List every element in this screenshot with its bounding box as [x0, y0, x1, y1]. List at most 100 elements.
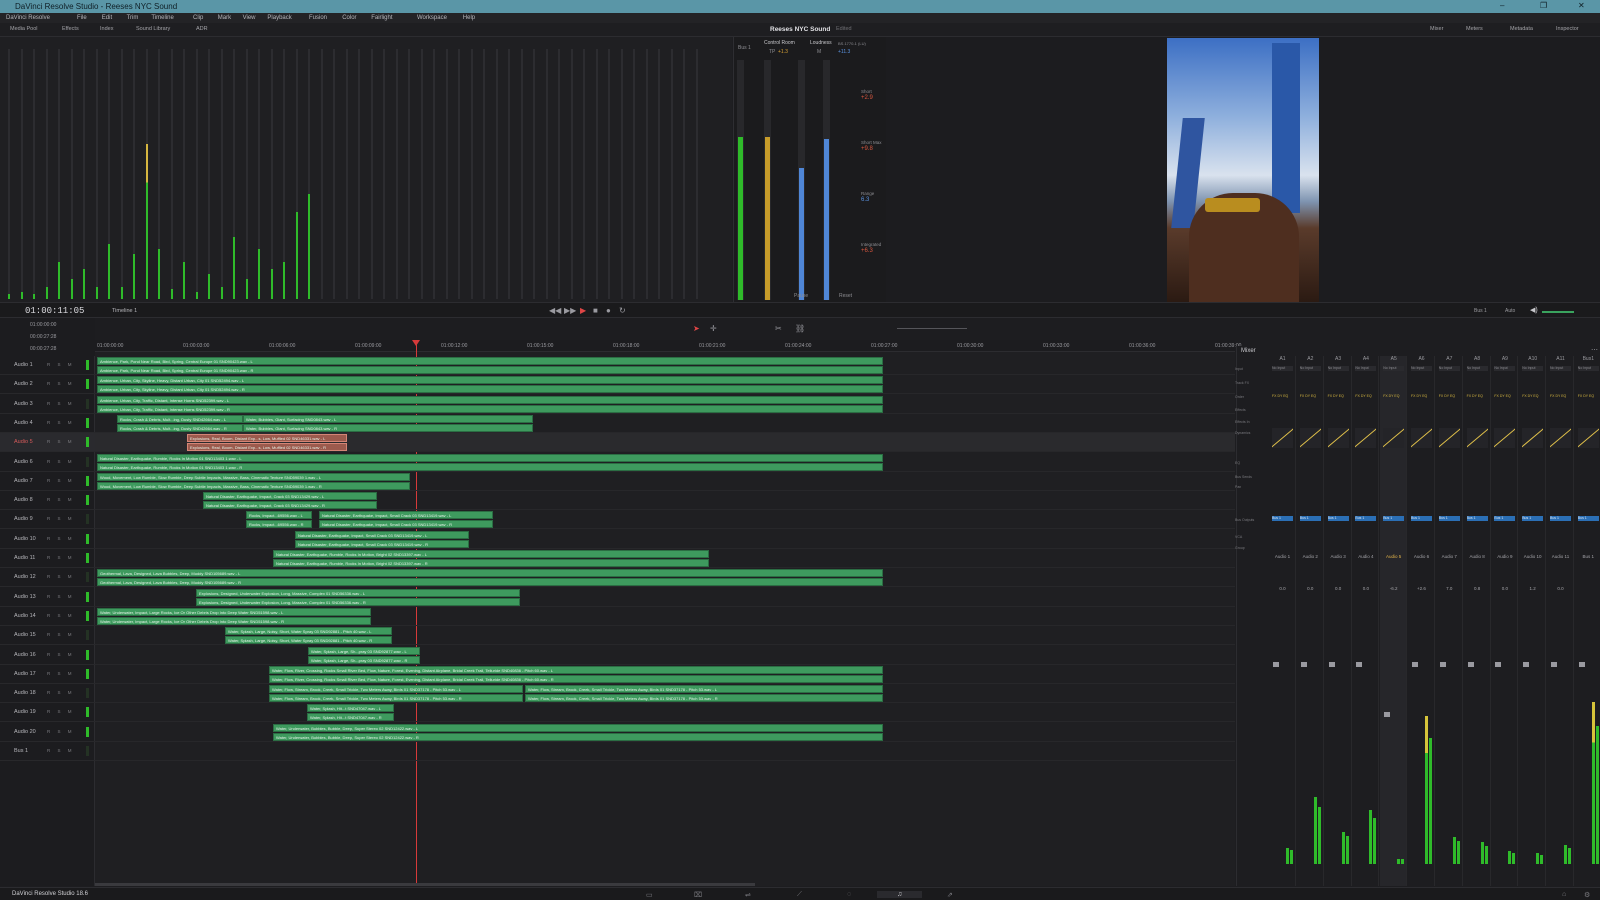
track-buttons[interactable]: R S M — [47, 478, 75, 483]
menu-trim[interactable]: Trim — [127, 15, 139, 21]
track-header[interactable]: Audio 6 R S M — [0, 453, 95, 472]
audio-clip-right[interactable]: Rocks, Crash & Debris, Mult...ing, Dusty… — [117, 423, 243, 432]
media-pool-button[interactable]: Media Pool — [10, 26, 38, 32]
track-header[interactable]: Audio 7 R S M — [0, 472, 95, 491]
page-cut-icon[interactable]: ⌧ — [694, 891, 702, 899]
link-icon[interactable]: ⛓ — [795, 324, 805, 333]
adr-button[interactable]: ADR — [196, 26, 208, 32]
eq-curve[interactable] — [1383, 428, 1405, 448]
track-lane[interactable]: Rocks, Impact...69556.wav - L Rocks, Impa… — [95, 510, 1235, 530]
bus-output[interactable]: Bus 1 — [1355, 516, 1377, 521]
track-lane[interactable]: Wood, Movement, Low Rumble, Slow Rumble,… — [95, 472, 1235, 491]
audio-clip-left[interactable]: Water, Splash, Large, Noisy, Short, Wate… — [225, 627, 392, 636]
mixer-channel-strip[interactable]: A9 No Input FX DY EQ Bus 1 Audio 9 0.0 — [1491, 356, 1519, 886]
maximize-button[interactable]: ❐ — [1540, 1, 1547, 10]
page-fairlight-icon[interactable]: ♫ — [877, 891, 923, 898]
mixer-channel-strip[interactable]: A7 No Input FX DY EQ Bus 1 Audio 7 7.0 — [1436, 356, 1463, 886]
track-buttons[interactable]: R S M — [47, 420, 75, 425]
audio-clip-right[interactable]: Water, Underwater, Bubbles, Bubble, Deep… — [273, 732, 883, 741]
audio-clip-right[interactable]: Natural Disaster, Earthquake, Rumble, Ro… — [273, 559, 709, 567]
page-media-icon[interactable]: ▭ — [646, 891, 653, 899]
eq-curve[interactable] — [1522, 428, 1544, 448]
track-header[interactable]: Audio 20 R S M — [0, 723, 95, 742]
menu-workspace[interactable]: Workspace — [417, 15, 447, 21]
bus-output[interactable]: Bus 1 — [1411, 516, 1432, 521]
audio-clip-left[interactable]: Natural Disaster, Earthquake, Rumble, Ro… — [273, 550, 709, 558]
channel-fader[interactable] — [1439, 662, 1446, 667]
page-edit-icon[interactable]: ⇌ — [745, 891, 751, 899]
track-lane[interactable]: Water, Flow, River, Crossing, Rocks Smal… — [95, 665, 1235, 684]
input-slot[interactable]: No Input — [1438, 366, 1460, 371]
menu-fairlight[interactable]: Fairlight — [371, 15, 392, 21]
input-slot[interactable]: No Input — [1577, 366, 1599, 371]
audio-clip-right[interactable]: Water, Splash, Large, Sh...pray 03 SND92… — [308, 655, 420, 664]
input-slot[interactable]: No Input — [1355, 366, 1377, 371]
track-header[interactable]: Audio 12 R S M — [0, 568, 95, 588]
rewind-button[interactable]: ◀◀ — [549, 306, 561, 315]
track-buttons[interactable]: R S M — [47, 536, 75, 541]
track-buttons[interactable]: R S M — [47, 439, 75, 444]
audio-clip-left[interactable]: Wood, Movement, Low Rumble, Slow Rumble,… — [97, 472, 410, 481]
fast-forward-button[interactable]: ▶▶ — [564, 306, 576, 315]
track-buttons[interactable]: R S M — [47, 729, 75, 734]
track-header[interactable]: Audio 14 R S M — [0, 607, 95, 626]
track-header[interactable]: Audio 17 R S M — [0, 665, 95, 684]
track-header[interactable]: Audio 9 R S M — [0, 510, 95, 530]
close-button[interactable]: ✕ — [1578, 1, 1585, 10]
record-button[interactable]: ● — [606, 306, 611, 315]
bus-output[interactable]: Bus 1 — [1550, 516, 1571, 521]
track-header[interactable]: Audio 2 R S M — [0, 375, 95, 395]
track-lane[interactable]: Rocks, Crash & Debris, Mult...ing, Dusty… — [95, 414, 1235, 433]
menu-playback[interactable]: Playback — [267, 15, 291, 21]
page-deliver-icon[interactable]: ⇗ — [947, 891, 953, 899]
track-buttons[interactable]: R S M — [47, 652, 75, 657]
input-slot[interactable]: No Input — [1411, 366, 1432, 371]
audio-clip-right[interactable]: Water, Flow, River, Crossing, Rocks Smal… — [269, 674, 883, 683]
track-header[interactable]: Audio 5 R S M — [0, 433, 95, 453]
track-header[interactable]: Audio 18 R S M — [0, 684, 95, 704]
selection-tool-icon[interactable]: ➤ — [693, 324, 700, 333]
audio-clip-right[interactable]: Geothermal, Lava, Designed, Lava Bubbles… — [97, 578, 883, 587]
track-lane[interactable]: Explosions, Designed, Underwater Explosi… — [95, 588, 1235, 607]
track-buttons[interactable]: R S M — [47, 632, 75, 637]
timeline-selector[interactable]: Timeline 1 — [112, 308, 137, 314]
input-slot[interactable]: No Input — [1494, 366, 1516, 371]
menu-mark[interactable]: Mark — [218, 15, 231, 21]
audio-clip-right[interactable]: Explosions, Designed, Underwater Explosi… — [196, 597, 520, 606]
track-buttons[interactable]: R S M — [47, 497, 75, 502]
menu-help[interactable]: Help — [463, 15, 475, 21]
bus-output[interactable]: Bus 1 — [1327, 516, 1349, 521]
audio-clip-right[interactable]: Ambience, Urban, City, Skyline, Heavy, D… — [97, 385, 883, 394]
audio-clip-right[interactable]: Water, Flow, Stream, Brook, Creek, Small… — [525, 694, 883, 703]
page-fusion-icon[interactable]: ⟋ — [797, 891, 802, 899]
input-slot[interactable]: No Input — [1522, 366, 1544, 371]
track-header[interactable]: Audio 15 R S M — [0, 626, 95, 646]
track-buttons[interactable]: R S M — [47, 555, 75, 560]
track-buttons[interactable]: R S M — [47, 613, 75, 618]
monitor-mode[interactable]: Auto — [1505, 308, 1515, 314]
mixer-channel-strip[interactable]: A4 No Input FX DY EQ Bus 1 Audio 4 0.0 — [1352, 356, 1380, 886]
menu-edit[interactable]: Edit — [102, 15, 112, 21]
bus-output[interactable]: Bus 1 — [1299, 516, 1321, 521]
track-buttons[interactable]: R S M — [47, 748, 75, 753]
eq-curve[interactable] — [1272, 428, 1293, 448]
bus-output[interactable]: Bus 1 — [1438, 516, 1460, 521]
speaker-icon[interactable]: ◀) — [1530, 306, 1538, 314]
channel-fader[interactable] — [1467, 662, 1474, 667]
page-color-icon[interactable]: ◌ — [847, 891, 851, 898]
bus-output[interactable]: Bus 1 — [1272, 516, 1293, 521]
metadata-toggle[interactable]: Metadata — [1510, 26, 1533, 32]
track-lane[interactable]: Explosions, Real, Boom, Distant Exp...s,… — [95, 433, 1235, 453]
channel-fader[interactable] — [1495, 662, 1502, 667]
track-buttons[interactable]: R S M — [47, 459, 75, 464]
track-lane[interactable]: Natural Disaster, Earthquake, Rumble, Ro… — [95, 453, 1235, 472]
audio-clip-right[interactable]: Water, Splash, Large, Noisy, Short, Wate… — [225, 636, 392, 645]
input-slot[interactable]: No Input — [1383, 366, 1405, 371]
effects-button[interactable]: Effects — [62, 26, 79, 32]
track-buttons[interactable]: R S M — [47, 709, 75, 714]
channel-fader[interactable] — [1578, 662, 1585, 667]
track-header[interactable]: Audio 13 R S M — [0, 588, 95, 607]
bus-output[interactable]: Bus 1 — [1383, 516, 1405, 521]
audio-clip-left[interactable]: Water, Flow, Stream, Brook, Creek, Small… — [269, 685, 523, 694]
track-buttons[interactable]: R S M — [47, 381, 75, 386]
